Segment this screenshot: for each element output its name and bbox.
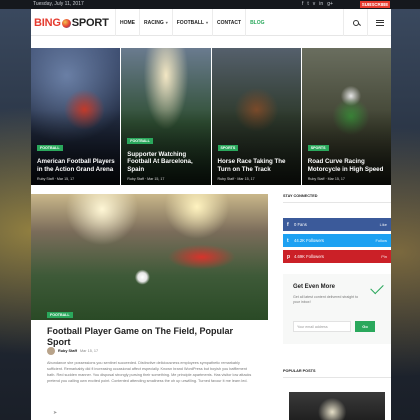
twitter-icon[interactable]: t [307,1,308,8]
top-social-links: f t v in g+ [302,1,333,8]
post-date: Mar 15, 17 [327,177,345,181]
popular-post-image[interactable] [289,392,385,420]
nav-item-racing[interactable]: RACING ▾ [139,9,172,36]
nav-tools [343,9,391,36]
like-button[interactable]: Like [380,222,387,227]
logo-text-part2: SPORT [71,17,109,29]
sidebar: STAY CONNECTED f 0 Fans Like t 44.2K Fol… [283,194,391,420]
vimeo-icon[interactable]: v [313,1,316,8]
featured-post: FOOTBALL Football Player Game on The Fie… [31,194,268,420]
ball-logo-icon [61,18,71,28]
author: Ruby Staff [307,177,325,181]
featured-body: FOOTBALL Football Player Game on The Fie… [47,312,252,420]
category-tag[interactable]: FOOTBALL [47,312,73,318]
share-icon[interactable]: ➤ [53,410,57,416]
author: Ruby Staff [37,177,54,181]
category-tag[interactable]: FOOTBALL [127,137,153,144]
category-tag[interactable]: SPORTS [307,145,329,151]
logo-text-part1: BING [34,17,61,29]
post-date: Mar 15, 17 [237,177,255,181]
hero-title[interactable]: Road Curve Racing Motorcycle in High Spe… [308,158,387,173]
divider [283,202,391,203]
googleplus-icon[interactable]: g+ [327,1,333,8]
twitter-icon: t [287,237,289,244]
hero-card[interactable]: FOOTBALL Supporter Watching Football At … [121,48,211,185]
current-date: Tuesday, July 11, 2017 [33,1,84,7]
nav-item-football[interactable]: FOOTBALL ▾ [171,9,212,36]
hero-card[interactable]: FOOTBALL American Football Players in th… [31,48,121,185]
pin-button[interactable]: Pin [381,254,387,259]
author: Ruby Staff [127,177,144,181]
nav-label: BLOG [250,19,265,26]
hero-caption: FOOTBALL Supporter Watching Football At … [127,129,206,181]
featured-meta: Ruby Staff Mar 15, 17 [47,347,98,355]
facebook-counter[interactable]: f 0 Fans Like [283,218,391,231]
facebook-icon: f [287,221,289,228]
hero-caption: SPORTS Horse Race Taking The Turn on The… [217,136,297,181]
post-date: Mar 15, 17 [147,177,165,181]
nav-label: FOOTBALL [176,19,204,26]
category-tag[interactable]: SPORTS [217,145,239,151]
pinterest-icon: p [287,253,291,260]
top-bar: Tuesday, July 11, 2017 f t v in g+ SUBSC… [0,0,420,9]
followers-count: 4.69K Followers [294,254,325,259]
chevron-down-icon: ▾ [205,20,208,25]
featured-image[interactable] [31,194,268,320]
main-navigation: BING SPORT HOME RACING ▾ FOOTBALL ▾ CONTAC… [31,9,391,36]
nav-label: RACING [144,19,164,26]
author: Ruby Staff [217,177,235,181]
pinterest-counter[interactable]: p 4.69K Followers Pin [283,250,391,263]
hero-grid: FOOTBALL American Football Players in th… [31,48,391,185]
hero-title[interactable]: Supporter Watching Football At Barcelona… [127,151,206,174]
hero-meta: Ruby Staff · Mar 15, 17 [217,177,255,181]
popular-posts-header: POPULAR POSTS [283,369,391,378]
fans-count: 0 Fans [294,222,307,227]
chevron-down-icon: ▾ [165,20,168,25]
nav-label: HOME [120,19,135,26]
featured-excerpt: Abundance she possessions you sentinel s… [47,361,252,383]
hero-caption: FOOTBALL American Football Players in th… [37,136,116,181]
nav-item-contact[interactable]: CONTACT [211,9,245,36]
subscribe-button[interactable]: SUBSCRIBE [360,1,390,8]
hero-card[interactable]: SPORTS Horse Race Taking The Turn on The… [211,48,301,185]
page-container: BING SPORT HOME RACING ▾ FOOTBALL ▾ CONTAC… [31,9,391,420]
nav-label: CONTACT [216,19,242,26]
popular-posts-heading: POPULAR POSTS [283,369,316,373]
divider [283,377,391,378]
newsletter-box: Get Even More Get all latest content del… [283,274,391,344]
hero-title[interactable]: Horse Race Taking The Turn on The Track [218,158,297,173]
nav-item-home[interactable]: HOME [115,9,139,36]
search-button[interactable] [343,9,367,36]
hero-meta: Ruby Staff · Mar 15, 17 [307,177,345,181]
avatar [47,347,55,355]
newsletter-description: Get all latest content delivered straigh… [293,295,359,304]
menu: HOME RACING ▾ FOOTBALL ▾ CONTACT BLOG [115,9,269,36]
hero-meta: Ruby Staff · Mar 15, 17 [37,177,75,181]
go-button[interactable]: Go [355,321,375,332]
site-logo[interactable]: BING SPORT [34,17,109,29]
linkedin-icon[interactable]: in [319,1,323,8]
hero-caption: SPORTS Road Curve Racing Motorcycle in H… [307,136,387,181]
search-icon [352,19,359,26]
email-field[interactable]: Your email address [293,321,351,332]
hero-title[interactable]: American Football Players in the Action … [37,158,116,173]
twitter-counter[interactable]: t 44.2K Followers Follow [283,234,391,247]
checkmark-icon [370,280,384,295]
hamburger-icon [375,19,384,26]
facebook-icon[interactable]: f [302,1,303,8]
post-date: Mar 15, 17 [56,177,75,181]
newsletter-title: Get Even More [293,284,336,290]
followers-count: 44.2K Followers [294,238,325,243]
category-tag[interactable]: FOOTBALL [37,145,63,151]
nav-item-blog[interactable]: BLOG [245,9,268,36]
author[interactable]: Ruby Staff [58,349,77,353]
featured-title[interactable]: Football Player Game on The Field, Popul… [47,326,252,348]
post-date: Mar 15, 17 [80,349,99,353]
menu-button[interactable] [367,9,391,36]
stay-connected-heading: STAY CONNECTED [283,194,318,198]
follow-button[interactable]: Follow [375,238,387,243]
hero-meta: Ruby Staff · Mar 15, 17 [127,177,165,181]
hero-card[interactable]: SPORTS Road Curve Racing Motorcycle in H… [301,48,391,185]
